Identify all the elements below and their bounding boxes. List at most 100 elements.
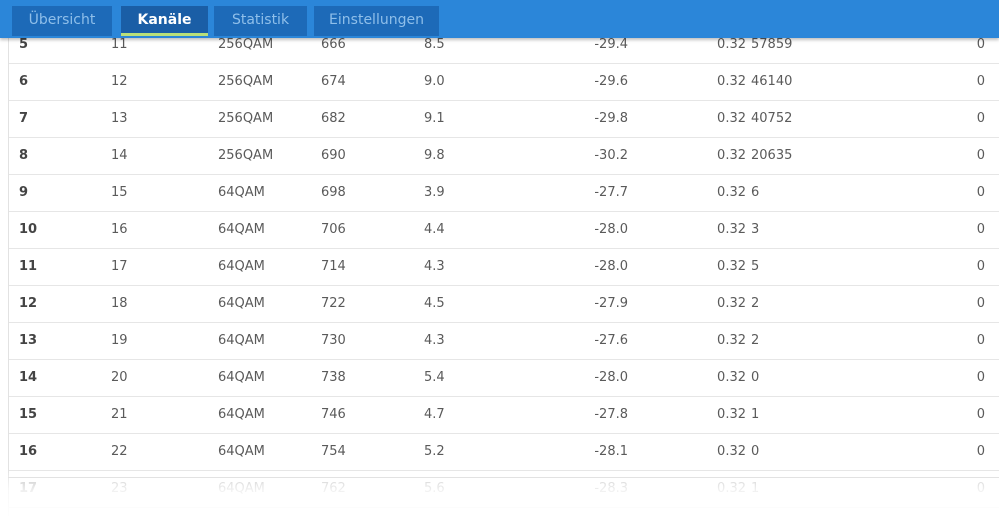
cell-modulation: 64QAM [218, 174, 321, 212]
cell-frequency: 722 [321, 285, 424, 323]
table-row: 12 18 64QAM 722 4.5 -27.9 0.32 2 0 [9, 285, 999, 323]
cell-ratio: 0.32 [628, 211, 751, 249]
tab-einstellungen[interactable]: Einstellungen [314, 6, 439, 36]
cell-snr: 5.2 [424, 433, 511, 471]
page: 5 11 256QAM 666 8.5 -29.4 0.32 57859 0 6 12 256QAM 6… [0, 0, 999, 516]
cell-channel-number: 21 [111, 396, 218, 434]
cell-snr: 5.6 [424, 470, 511, 508]
cell-snr: 4.5 [424, 285, 511, 323]
table-row: 6 12 256QAM 674 9.0 -29.6 0.32 46140 0 [9, 63, 999, 101]
cell-snr: 3.9 [424, 174, 511, 212]
table-row: 16 22 64QAM 754 5.2 -28.1 0.32 0 0 [9, 433, 999, 471]
cell-frequency: 690 [321, 137, 424, 175]
channel-table-body: 5 11 256QAM 666 8.5 -29.4 0.32 57859 0 6 12 256QAM 6… [9, 26, 999, 508]
cell-ratio: 0.32 [628, 137, 751, 175]
cell-channel-number: 23 [111, 470, 218, 508]
cell-corrected-errors: 2 [751, 285, 869, 323]
cell-channel-number: 13 [111, 100, 218, 138]
cell-ratio: 0.32 [628, 433, 751, 471]
cell-ratio: 0.32 [628, 359, 751, 397]
cell-power: -27.6 [511, 322, 628, 360]
cell-uncorrected-errors: 0 [869, 396, 999, 434]
cell-power: -28.1 [511, 433, 628, 471]
channel-table: 5 11 256QAM 666 8.5 -29.4 0.32 57859 0 6 12 256QAM 6… [9, 26, 999, 508]
cell-uncorrected-errors: 0 [869, 359, 999, 397]
cell-modulation: 64QAM [218, 470, 321, 508]
table-row: 17 23 64QAM 762 5.6 -28.3 0.32 1 0 [9, 470, 999, 508]
cell-corrected-errors: 46140 [751, 63, 869, 101]
cell-corrected-errors: 20635 [751, 137, 869, 175]
cell-channel-number: 16 [111, 211, 218, 249]
cell-corrected-errors: 5 [751, 248, 869, 286]
cell-frequency: 706 [321, 211, 424, 249]
cell-frequency: 714 [321, 248, 424, 286]
cell-frequency: 754 [321, 433, 424, 471]
cell-corrected-errors: 1 [751, 396, 869, 434]
cell-snr: 9.8 [424, 137, 511, 175]
cell-snr: 9.0 [424, 63, 511, 101]
cell-power: -27.8 [511, 396, 628, 434]
cell-ratio: 0.32 [628, 322, 751, 360]
cell-ratio: 0.32 [628, 63, 751, 101]
cell-frequency: 682 [321, 100, 424, 138]
cell-modulation: 64QAM [218, 322, 321, 360]
cell-snr: 4.3 [424, 322, 511, 360]
cell-snr: 4.4 [424, 211, 511, 249]
cell-frequency: 674 [321, 63, 424, 101]
cell-channel-id: 11 [9, 248, 111, 286]
cell-uncorrected-errors: 0 [869, 433, 999, 471]
cell-channel-id: 16 [9, 433, 111, 471]
table-row: 8 14 256QAM 690 9.8 -30.2 0.32 20635 0 [9, 137, 999, 175]
cell-modulation: 64QAM [218, 433, 321, 471]
cell-ratio: 0.32 [628, 248, 751, 286]
cell-channel-number: 12 [111, 63, 218, 101]
cell-channel-number: 22 [111, 433, 218, 471]
cell-channel-id: 14 [9, 359, 111, 397]
cell-corrected-errors: 1 [751, 470, 869, 508]
tab-statistik[interactable]: Statistik [214, 6, 307, 36]
cell-power: -28.0 [511, 211, 628, 249]
tab-kanaele[interactable]: Kanäle [121, 6, 208, 36]
cell-uncorrected-errors: 0 [869, 174, 999, 212]
cell-frequency: 762 [321, 470, 424, 508]
cell-modulation: 256QAM [218, 63, 321, 101]
cell-uncorrected-errors: 0 [869, 322, 999, 360]
cell-ratio: 0.32 [628, 174, 751, 212]
table-row: 14 20 64QAM 738 5.4 -28.0 0.32 0 0 [9, 359, 999, 397]
cell-uncorrected-errors: 0 [869, 285, 999, 323]
table-row: 15 21 64QAM 746 4.7 -27.8 0.32 1 0 [9, 396, 999, 434]
cell-power: -28.0 [511, 248, 628, 286]
scroll-divider [8, 477, 999, 478]
cell-channel-id: 8 [9, 137, 111, 175]
cell-power: -28.3 [511, 470, 628, 508]
cell-uncorrected-errors: 0 [869, 137, 999, 175]
cell-modulation: 256QAM [218, 137, 321, 175]
table-row: 7 13 256QAM 682 9.1 -29.8 0.32 40752 0 [9, 100, 999, 138]
cell-power: -30.2 [511, 137, 628, 175]
cell-ratio: 0.32 [628, 285, 751, 323]
cell-modulation: 64QAM [218, 211, 321, 249]
cell-frequency: 730 [321, 322, 424, 360]
cell-modulation: 256QAM [218, 100, 321, 138]
cell-uncorrected-errors: 0 [869, 248, 999, 286]
cell-modulation: 64QAM [218, 396, 321, 434]
table-row: 13 19 64QAM 730 4.3 -27.6 0.32 2 0 [9, 322, 999, 360]
channel-table-container[interactable]: 5 11 256QAM 666 8.5 -29.4 0.32 57859 0 6 12 256QAM 6… [8, 26, 999, 516]
cell-power: -28.0 [511, 359, 628, 397]
cell-power: -29.6 [511, 63, 628, 101]
cell-corrected-errors: 0 [751, 433, 869, 471]
cell-channel-id: 6 [9, 63, 111, 101]
tab-uebersicht[interactable]: Übersicht [12, 6, 112, 36]
cell-corrected-errors: 0 [751, 359, 869, 397]
cell-frequency: 746 [321, 396, 424, 434]
cell-ratio: 0.32 [628, 396, 751, 434]
cell-channel-id: 7 [9, 100, 111, 138]
cell-channel-number: 15 [111, 174, 218, 212]
cell-corrected-errors: 3 [751, 211, 869, 249]
cell-channel-id: 10 [9, 211, 111, 249]
cell-channel-number: 19 [111, 322, 218, 360]
cell-frequency: 738 [321, 359, 424, 397]
table-row: 10 16 64QAM 706 4.4 -28.0 0.32 3 0 [9, 211, 999, 249]
cell-channel-number: 17 [111, 248, 218, 286]
tab-bar: Übersicht Kanäle Statistik Einstellungen [0, 0, 999, 38]
